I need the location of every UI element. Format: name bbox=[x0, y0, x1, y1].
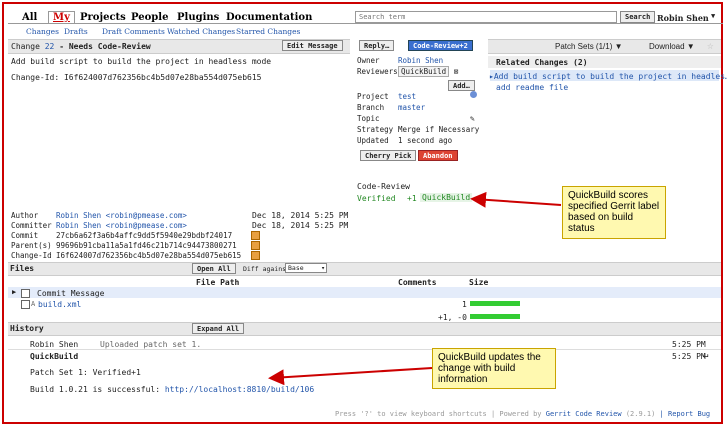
callout2-arrow bbox=[268, 367, 433, 386]
callout-scores-label: QuickBuild scores specified Gerrit label… bbox=[562, 186, 666, 239]
callout1-arrow bbox=[470, 191, 562, 208]
callout-updates-change: QuickBuild updates the change with build… bbox=[432, 348, 556, 389]
